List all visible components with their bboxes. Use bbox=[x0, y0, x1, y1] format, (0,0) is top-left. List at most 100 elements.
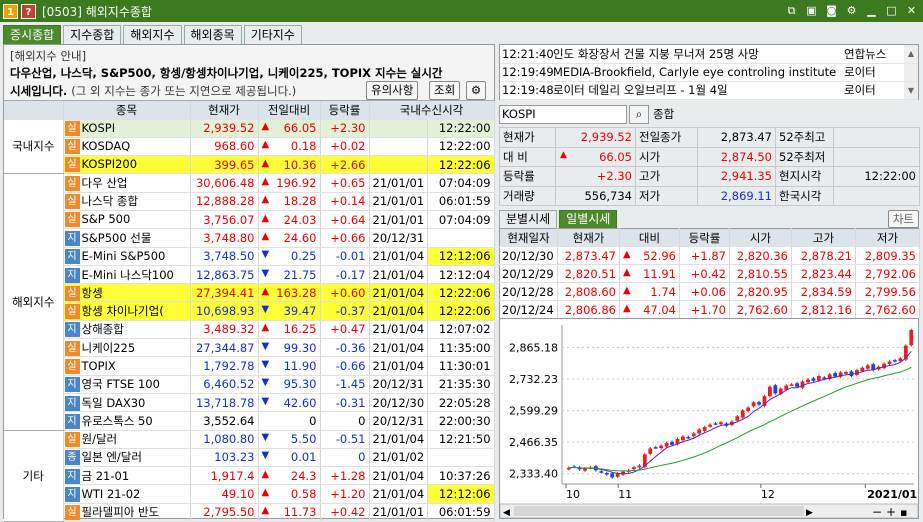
maximize-icon[interactable]: □ bbox=[884, 3, 899, 18]
header-name[interactable]: 종목 bbox=[63, 101, 191, 120]
daily-row[interactable]: 20/12/24 2,806.86 ▲ 47.04 +1.70 2,762.60 2,812… bbox=[499, 300, 920, 319]
index-name-cell[interactable]: 지 상해종합 bbox=[63, 320, 191, 340]
table-row[interactable]: 실 KOSDAQ 968.60 ▲ 0.18 +0.02 12:22:00 bbox=[4, 137, 495, 157]
index-name-cell[interactable]: 지 WTI 21-02 bbox=[63, 484, 191, 504]
table-row[interactable]: 실 S&P 500 3,756.07 ▲ 24.03 +0.64 21/01/01 07:04… bbox=[4, 210, 495, 230]
index-name-cell[interactable]: 실 KOSPI bbox=[63, 119, 191, 138]
news-item[interactable]: 12:19:49 MEDIA-Brookfield, Carlyle eye co… bbox=[500, 63, 918, 82]
table-row[interactable]: 지 S&P500 선물 3,748.80 ▲ 24.60 +0.66 20/12/31 bbox=[4, 228, 495, 248]
header-price[interactable]: 현재가 bbox=[190, 101, 259, 120]
daily-header-low[interactable]: 저가 bbox=[855, 228, 920, 247]
zoom-out-icon[interactable]: − bbox=[872, 505, 882, 519]
table-row[interactable]: 실 TOPIX 1,792.78 ▼ 11.90 -0.66 21/01/04 11:30:0… bbox=[4, 356, 495, 376]
copy-icon[interactable]: ▣ bbox=[804, 3, 819, 18]
index-name-cell[interactable]: 실 KOSDAQ bbox=[63, 137, 191, 157]
table-row[interactable]: 국내지수 실 KOSPI 2,939.52 ▲ 66.05 +2.30 12:22:00 bbox=[4, 119, 495, 175]
news-title[interactable]: 로이터 데일리 오일브리프 - 1월 4일 bbox=[550, 81, 840, 100]
scroll-right-icon[interactable]: ▶ bbox=[806, 508, 813, 518]
daily-header-high[interactable]: 고가 bbox=[791, 228, 856, 247]
table-row[interactable]: 지 E-Mini 나스닥100 12,863.75 ▼ 21.75 -0.17 21/01/… bbox=[4, 265, 495, 285]
table-row[interactable]: 지 유로스톡스 50 3,552.64 0 0 20/12/31 22:00:30 bbox=[4, 411, 495, 431]
tab-daily-quotes[interactable]: 일별시세 bbox=[559, 210, 618, 228]
table-row[interactable]: 실 KOSPI200 399.65 ▲ 10.36 +2.66 12:22:06 bbox=[4, 155, 495, 175]
minimize-icon[interactable]: ▁ bbox=[864, 3, 879, 18]
index-name-cell[interactable]: 지 S&P500 선물 bbox=[63, 228, 191, 248]
table-row[interactable]: 지 독일 DAX30 13,718.78 ▼ 42.60 -0.31 20/12/30 22:… bbox=[4, 393, 495, 413]
close-icon[interactable]: ✕ bbox=[904, 3, 919, 18]
daily-header-open[interactable]: 시가 bbox=[729, 228, 792, 247]
gear-icon[interactable]: ⚙ bbox=[844, 3, 859, 18]
scroll-arrow-icon[interactable] bbox=[904, 63, 918, 82]
summary-button[interactable]: 종합 bbox=[653, 106, 674, 122]
zoom-reset-icon[interactable]: ▪ bbox=[900, 506, 907, 519]
table-row[interactable]: 지금 21-01 1,917.4 ▲ 24.3 +1.28 21/01/04 10:37:2… bbox=[4, 466, 495, 486]
table-row[interactable]: 지 상해종합 3,489.32 ▲ 16.25 +0.47 21/01/04 12:07:02 bbox=[4, 320, 495, 340]
table-row[interactable]: 기타 실 원/달러 1,080.80 ▼ 5.50 -0.51 21/01/04 12:21:5… bbox=[4, 430, 495, 522]
header-rate[interactable]: 등락률 bbox=[320, 101, 370, 120]
index-name-cell[interactable]: 지금 21-01 bbox=[63, 466, 191, 486]
index-name-cell[interactable]: 실 KOSPI200 bbox=[63, 155, 191, 175]
table-row[interactable]: 실 나스닥 종합 12,888.28 ▲ 18.28 +0.14 21/01/01 06:01… bbox=[4, 192, 495, 211]
window-number[interactable]: 1 bbox=[3, 3, 18, 19]
daily-header-rate[interactable]: 등락률 bbox=[679, 228, 730, 247]
index-name-cell[interactable]: 실 TOPIX bbox=[63, 356, 191, 376]
table-row[interactable]: 해외지수 실 다우 산업 30,606.48 ▲ 196.92 +0.65 21/01/01 0… bbox=[4, 173, 495, 431]
daily-header-change[interactable]: 대비 bbox=[619, 228, 680, 247]
table-row[interactable]: 실 니케이225 27,344.87 ▼ 99.30 -0.36 21/01/04 11:35… bbox=[4, 338, 495, 358]
header-change[interactable]: 전일대비 bbox=[258, 101, 321, 120]
index-name-cell[interactable]: 종 일본 엔/달러 bbox=[63, 448, 191, 468]
news-item[interactable]: 12:21:40 인도 화장장서 건물 지붕 무너져 25명 사망 연합뉴스 ▲ bbox=[500, 45, 918, 64]
table-row[interactable]: 실 필라델피아 반도 2,795.50 ▲ 11.73 +0.42 21/01/01 06:0… bbox=[4, 503, 495, 522]
chart-button[interactable]: 차트 bbox=[887, 210, 919, 228]
tab-minute-quotes[interactable]: 분별시세 bbox=[499, 210, 558, 228]
zoom-in-icon[interactable]: + bbox=[886, 505, 896, 519]
caution-button[interactable]: 유의사항 bbox=[366, 81, 419, 100]
index-name-cell[interactable]: 실 나스닥 종합 bbox=[63, 192, 191, 211]
index-name-cell[interactable]: 실 항셍 bbox=[63, 283, 191, 303]
tab-overseas-index[interactable]: 해외지수 bbox=[123, 25, 182, 44]
settings-gear-icon[interactable]: ⚙ bbox=[466, 81, 486, 100]
index-name-cell[interactable]: 실 항셍 차이나기업( bbox=[63, 301, 191, 321]
index-name-cell[interactable]: 실 원/달러 bbox=[63, 430, 191, 449]
table-row[interactable]: 지 WTI 21-02 49.10 ▲ 0.58 +1.20 21/01/04 12:12:0… bbox=[4, 484, 495, 504]
scroll-arrow-icon[interactable]: ▲ bbox=[904, 45, 918, 64]
scroll-arrow-icon[interactable]: ▼ bbox=[904, 81, 918, 100]
index-name: 항셍 bbox=[81, 285, 103, 300]
tab-other-index[interactable]: 기타지수 bbox=[243, 25, 302, 44]
index-name-cell[interactable]: 실 니케이225 bbox=[63, 338, 191, 358]
index-name-cell[interactable]: 실 S&P 500 bbox=[63, 210, 191, 230]
table-row[interactable]: 실 항셍 차이나기업(10,698.93 ▼ 39.47 -0.37 21/01/04 12… bbox=[4, 301, 495, 321]
daily-row[interactable]: 20/12/29 2,820.51 ▲ 11.91 +0.42 2,810.55 2,823… bbox=[499, 264, 920, 283]
table-row[interactable]: 실 항셍 27,394.41 ▲ 163.28 +0.60 21/01/04 12:22:06 bbox=[4, 283, 495, 303]
daily-header-date[interactable]: 현재일자 bbox=[499, 228, 558, 247]
table-row[interactable]: 지 영국 FTSE 100 6,460.52 ▼ 95.30 -1.45 20/12/31 2… bbox=[4, 375, 495, 394]
daily-header-price[interactable]: 현재가 bbox=[557, 228, 620, 247]
index-name-cell[interactable]: 지 유로스톡스 50 bbox=[63, 411, 191, 431]
index-name-cell[interactable]: 실 필라델피아 반도 bbox=[63, 503, 191, 522]
search-icon[interactable]: ⌕ bbox=[629, 104, 649, 124]
header-received-time[interactable]: 국내수신시각 bbox=[369, 101, 495, 120]
rate-cell: -0.51 bbox=[320, 430, 370, 449]
news-item[interactable]: 12:19:48 로이터 데일리 오일브리프 - 1월 4일 로이터 ▼ bbox=[500, 81, 918, 100]
daily-row[interactable]: 20/12/28 2,808.60 ▲ 1.74 +0.06 2,820.95 2,834.… bbox=[499, 282, 920, 301]
index-name-cell[interactable]: 지 E-Mini 나스닥100 bbox=[63, 265, 191, 285]
tab-market-summary[interactable]: 증시종합 bbox=[3, 25, 62, 44]
index-name-cell[interactable]: 실 다우 산업 bbox=[63, 173, 191, 193]
symbol-input[interactable] bbox=[499, 104, 627, 124]
news-title[interactable]: MEDIA-Brookfield, Carlyle eye controling… bbox=[550, 63, 840, 82]
table-row[interactable]: 지 E-Mini S&P500 3,748.50 ▼ 0.25 -0.01 21/01/04… bbox=[4, 247, 495, 266]
scroll-left-icon[interactable]: ◀ bbox=[503, 508, 510, 518]
tab-overseas-stock[interactable]: 해외종목 bbox=[183, 25, 242, 44]
tab-index-summary[interactable]: 지수종합 bbox=[63, 25, 122, 44]
index-name-cell[interactable]: 지 영국 FTSE 100 bbox=[63, 375, 191, 394]
index-name-cell[interactable]: 지 E-Mini S&P500 bbox=[63, 247, 191, 266]
news-title[interactable]: 인도 화장장서 건물 지붕 무너져 25명 사망 bbox=[550, 45, 840, 64]
index-name-cell[interactable]: 지 독일 DAX30 bbox=[63, 393, 191, 413]
help-icon[interactable]: ? bbox=[21, 3, 36, 19]
daily-row[interactable]: 20/12/30 2,873.47 ▲ 52.96 +1.87 2,820.36 2,878… bbox=[499, 246, 920, 265]
scrollbar-thumb[interactable] bbox=[514, 506, 804, 516]
query-button[interactable]: 조회 bbox=[429, 81, 461, 100]
link-icon[interactable]: ⧉ bbox=[784, 3, 799, 18]
camera-icon[interactable]: ◙ bbox=[824, 3, 839, 18]
table-row[interactable]: 종 일본 엔/달러 103.23 ▼ 0.01 0 21/01/02 bbox=[4, 448, 495, 468]
